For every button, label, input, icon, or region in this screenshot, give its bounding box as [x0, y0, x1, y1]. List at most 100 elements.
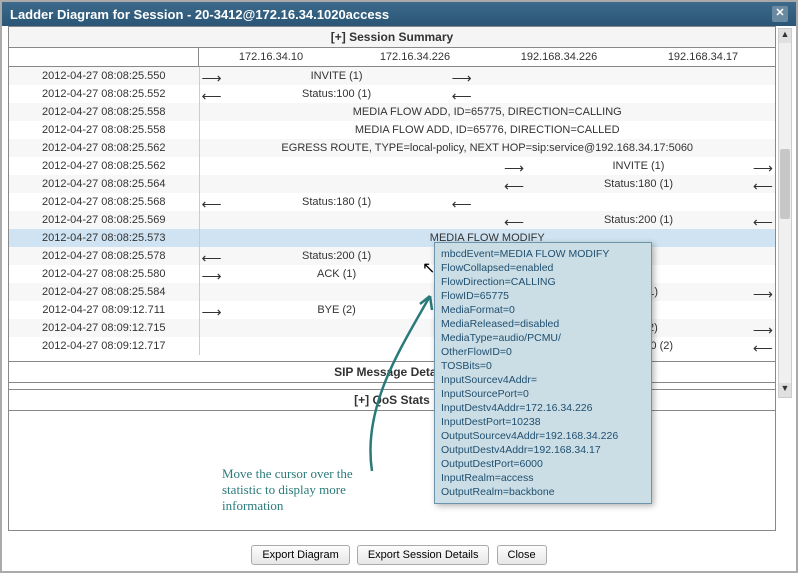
ladder-lane-cell: [199, 175, 474, 193]
tooltip-line: OutputRealm=backbone: [441, 485, 645, 499]
ladder-lane-cell[interactable]: Status:200 (1): [502, 211, 775, 229]
tooltip-line: MediaFormat=0: [441, 303, 645, 317]
tooltip-line: InputSourcev4Addr=: [441, 373, 645, 387]
tooltip-line: InputRealm=access: [441, 471, 645, 485]
ladder-lane-cell: [199, 319, 474, 337]
tooltip-line: FlowDirection=CALLING: [441, 275, 645, 289]
timestamp-cell: 2012-04-27 08:09:12.711: [9, 301, 199, 319]
vertical-scrollbar[interactable]: ▲ ▼: [778, 28, 792, 398]
table-row[interactable]: 2012-04-27 08:08:25.550 INVITE (1): [9, 67, 775, 85]
table-row[interactable]: 2012-04-27 08:08:25.569 Status:200 (1): [9, 211, 775, 229]
content-area: [+] Session Summary 172.16.34.10 172.16.…: [2, 26, 796, 571]
timestamp-cell: 2012-04-27 08:09:12.717: [9, 337, 199, 355]
ladder-event-span[interactable]: MEDIA FLOW ADD, ID=65776, DIRECTION=CALL…: [199, 121, 775, 139]
tooltip-line: TOSBits=0: [441, 359, 645, 373]
tooltip-line: InputDestv4Addr=172.16.34.226: [441, 401, 645, 415]
titlebar: Ladder Diagram for Session - 20-3412@172…: [2, 2, 796, 26]
table-row[interactable]: 2012-04-27 08:08:25.562EGRESS ROUTE, TYP…: [9, 139, 775, 157]
export-diagram-button[interactable]: Export Diagram: [251, 545, 349, 565]
tooltip-line: OutputDestv4Addr=192.168.34.17: [441, 443, 645, 457]
timestamp-cell: 2012-04-27 08:09:12.715: [9, 319, 199, 337]
host-header-row: 172.16.34.10 172.16.34.226 192.168.34.22…: [9, 48, 775, 67]
window-title: Ladder Diagram for Session - 20-3412@172…: [10, 7, 389, 22]
timestamp-cell: 2012-04-27 08:08:25.568: [9, 193, 199, 211]
ladder-lane-cell: [502, 85, 775, 103]
session-summary-toggle[interactable]: [+] Session Summary: [9, 27, 775, 48]
table-row[interactable]: 2012-04-27 08:08:25.558MEDIA FLOW ADD, I…: [9, 103, 775, 121]
flow-details-tooltip: mbcdEvent=MEDIA FLOW MODIFYFlowCollapsed…: [434, 242, 652, 504]
scroll-thumb[interactable]: [780, 149, 790, 219]
scroll-up-icon[interactable]: ▲: [779, 29, 791, 43]
tooltip-line: FlowCollapsed=enabled: [441, 261, 645, 275]
ladder-lane-cell: [199, 211, 474, 229]
ladder-scroll-region: [+] Session Summary 172.16.34.10 172.16.…: [8, 26, 776, 531]
tooltip-line: mbcdEvent=MEDIA FLOW MODIFY: [441, 247, 645, 261]
ladder-message-label: BYE (2): [317, 304, 356, 316]
table-row[interactable]: 2012-04-27 08:08:25.568Status:180 (1): [9, 193, 775, 211]
timestamp-cell: 2012-04-27 08:08:25.562: [9, 139, 199, 157]
tooltip-line: InputSourcePort=0: [441, 387, 645, 401]
timestamp-cell: 2012-04-27 08:08:25.584: [9, 283, 199, 301]
host-col-3: 192.168.34.17: [631, 48, 775, 66]
ladder-event-span[interactable]: MEDIA FLOW ADD, ID=65775, DIRECTION=CALL…: [199, 103, 775, 121]
table-row[interactable]: 2012-04-27 08:08:25.564 Status:180 (1): [9, 175, 775, 193]
ladder-lane-cell[interactable]: Status:180 (1): [199, 193, 474, 211]
table-row[interactable]: 2012-04-27 08:08:25.573MEDIA FLOW MODIFY: [9, 229, 775, 247]
table-row[interactable]: 2012-04-27 08:08:25.580 ACK (1): [9, 265, 775, 283]
ladder-lane-cell: [199, 337, 474, 355]
ladder-lane-cell: [199, 157, 474, 175]
table-row[interactable]: 2012-04-27 08:08:25.552 Status:100 (1): [9, 85, 775, 103]
tooltip-line: OtherFlowID=0: [441, 345, 645, 359]
timestamp-cell: 2012-04-27 08:08:25.558: [9, 103, 199, 121]
timestamp-cell: 2012-04-27 08:08:25.558: [9, 121, 199, 139]
ladder-message-label: Status:180 (1): [604, 178, 673, 190]
tooltip-line: MediaType=audio/PCMU/: [441, 331, 645, 345]
ladder-message-label: Status:100 (1): [302, 88, 371, 100]
scroll-down-icon[interactable]: ▼: [779, 383, 791, 397]
export-session-details-button[interactable]: Export Session Details: [357, 545, 490, 565]
table-row[interactable]: 2012-04-27 08:08:25.584ACK (1): [9, 283, 775, 301]
timestamp-cell: 2012-04-27 08:08:25.552: [9, 85, 199, 103]
table-row[interactable]: 2012-04-27 08:08:25.562INVITE (1): [9, 157, 775, 175]
ladder-lane-cell[interactable]: Status:100 (1): [199, 85, 474, 103]
timestamp-cell: 2012-04-27 08:08:25.578: [9, 247, 199, 265]
table-row[interactable]: 2012-04-27 08:08:25.558MEDIA FLOW ADD, I…: [9, 121, 775, 139]
ladder-message-label: INVITE (1): [311, 70, 363, 82]
ladder-lane-cell[interactable]: Status:180 (1): [502, 175, 775, 193]
table-row[interactable]: 2012-04-27 08:09:12.711 BYE (2): [9, 301, 775, 319]
table-row[interactable]: 2012-04-27 08:09:12.717Status:200 (2): [9, 337, 775, 355]
ladder-lane-cell[interactable]: INVITE (1): [199, 67, 474, 85]
table-row[interactable]: 2012-04-27 08:08:25.578 Status:200 (1): [9, 247, 775, 265]
host-col-2: 192.168.34.226: [487, 48, 631, 66]
ladder-message-label: Status:200 (1): [604, 214, 673, 226]
tooltip-line: OutputSourcev4Addr=192.168.34.226: [441, 429, 645, 443]
annotation-text: Move the cursor over thestatistic to dis…: [222, 466, 353, 514]
tooltip-line: MediaReleased=disabled: [441, 317, 645, 331]
timestamp-column-header: [9, 48, 199, 66]
sip-message-details-toggle[interactable]: SIP Message Details: [9, 361, 775, 383]
qos-stats-toggle[interactable]: [+] QoS Stats: [9, 389, 775, 411]
ladder-event-span[interactable]: EGRESS ROUTE, TYPE=local-policy, NEXT HO…: [199, 139, 775, 157]
close-button[interactable]: Close: [497, 545, 547, 565]
cursor-icon: ↖: [422, 258, 435, 278]
table-row[interactable]: 2012-04-27 08:09:12.715BYE (2): [9, 319, 775, 337]
ladder-table: 2012-04-27 08:08:25.550INVITE (1)2012-04…: [9, 67, 775, 355]
ladder-message-label: ACK (1): [317, 268, 356, 280]
timestamp-cell: 2012-04-27 08:08:25.580: [9, 265, 199, 283]
ladder-lane-cell: [502, 193, 775, 211]
button-bar: Export Diagram Export Session Details Cl…: [2, 545, 796, 565]
ladder-lane-cell[interactable]: INVITE (1): [502, 157, 775, 175]
ladder-lane-cell: [502, 67, 775, 85]
timestamp-cell: 2012-04-27 08:08:25.564: [9, 175, 199, 193]
ladder-lane-cell: [474, 157, 502, 175]
ladder-lane-cell: [199, 283, 474, 301]
host-col-0: 172.16.34.10: [199, 48, 343, 66]
tooltip-line: InputDestPort=10238: [441, 415, 645, 429]
close-icon[interactable]: ✕: [772, 6, 788, 22]
ladder-lane-cell: [474, 67, 502, 85]
ladder-lane-cell: [474, 193, 502, 211]
ladder-message-label: Status:200 (1): [302, 250, 371, 262]
ladder-lane-cell[interactable]: BYE (2): [199, 301, 474, 319]
timestamp-cell: 2012-04-27 08:08:25.550: [9, 67, 199, 85]
timestamp-cell: 2012-04-27 08:08:25.569: [9, 211, 199, 229]
